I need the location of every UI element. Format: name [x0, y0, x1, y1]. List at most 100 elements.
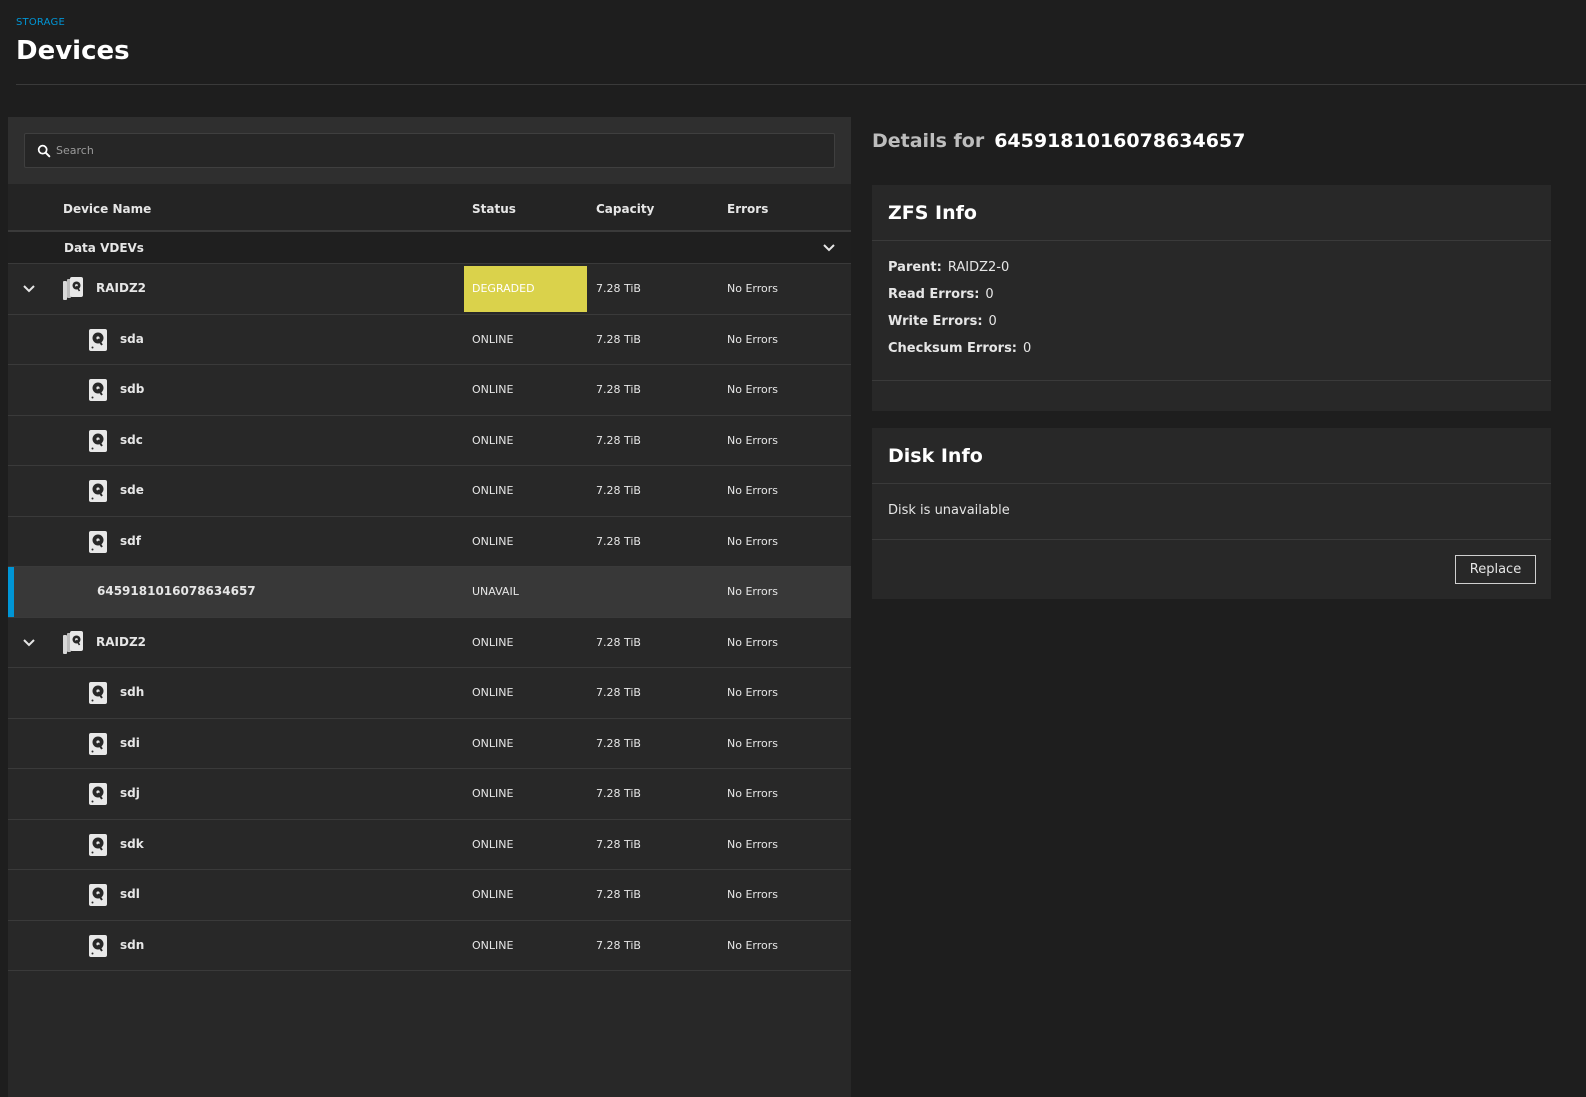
- details-device-id: 6459181016078634657: [994, 130, 1246, 152]
- device-row[interactable]: sdl ONLINE 7.28 TiB No Errors: [8, 870, 851, 921]
- status-badge: ONLINE: [472, 635, 514, 649]
- device-row[interactable]: sdn ONLINE 7.28 TiB No Errors: [8, 920, 851, 971]
- device-errors: No Errors: [727, 888, 778, 901]
- device-row[interactable]: sdf ONLINE 7.28 TiB No Errors: [8, 516, 851, 567]
- zfs-read-errors: Read Errors: 0: [888, 287, 994, 302]
- device-errors: No Errors: [727, 383, 778, 396]
- zfs-parent-value: RAIDZ2-0: [947, 260, 1010, 275]
- status-badge: DEGRADED: [464, 266, 587, 312]
- zfs-write-errors: Write Errors: 0: [888, 314, 997, 329]
- zfs-checksum-errors-label: Checksum Errors:: [888, 341, 1018, 356]
- device-errors: No Errors: [727, 938, 778, 952]
- device-name: sdf: [120, 533, 141, 548]
- column-status[interactable]: Status: [472, 202, 516, 216]
- disk-info-card: Disk Info Disk is unavailable Replace: [872, 428, 1551, 599]
- divider: [872, 483, 1551, 484]
- zfs-write-errors-label: Write Errors:: [888, 314, 983, 329]
- chevron-down-icon[interactable]: [21, 281, 37, 297]
- replace-button[interactable]: Replace: [1455, 555, 1536, 584]
- device-name: sdi: [120, 735, 140, 750]
- hard-disk-icon: [88, 934, 108, 957]
- table-header: Device Name Status Capacity Errors: [8, 184, 851, 232]
- device-capacity: 7.28 TiB: [596, 686, 641, 699]
- vdev-icon: [62, 277, 84, 301]
- hard-disk-icon: [88, 783, 108, 805]
- details-title: Details for 6459181016078634657: [872, 130, 1245, 152]
- device-row[interactable]: 6459181016078634657 UNAVAIL No Errors: [8, 567, 851, 618]
- details-prefix: Details for: [872, 130, 985, 152]
- status-badge: ONLINE: [472, 534, 514, 548]
- device-name: 6459181016078634657: [97, 584, 256, 598]
- group-row-data-vdevs[interactable]: Data VDEVs: [8, 232, 851, 264]
- zfs-info-title: ZFS Info: [888, 202, 977, 224]
- device-capacity: 7.28 TiB: [596, 837, 641, 851]
- device-capacity: 7.28 TiB: [596, 736, 641, 750]
- status-badge: ONLINE: [472, 837, 514, 851]
- device-name: sdn: [120, 937, 145, 952]
- device-capacity: 7.28 TiB: [596, 635, 641, 649]
- divider: [872, 539, 1551, 540]
- device-errors: No Errors: [727, 686, 778, 699]
- search-icon: [37, 144, 51, 158]
- group-label: Data VDEVs: [64, 241, 144, 255]
- device-capacity: 7.28 TiB: [596, 282, 641, 295]
- device-row[interactable]: sdc ONLINE 7.28 TiB No Errors: [8, 415, 851, 466]
- device-capacity: 7.28 TiB: [596, 534, 641, 548]
- disk-info-message: Disk is unavailable: [888, 503, 1010, 518]
- device-name: sdh: [120, 685, 145, 699]
- hard-disk-icon: [88, 682, 108, 704]
- device-name: sdb: [120, 382, 145, 396]
- device-row[interactable]: sde ONLINE 7.28 TiB No Errors: [8, 466, 851, 517]
- search-input[interactable]: [56, 134, 816, 167]
- device-name: sdc: [120, 432, 143, 447]
- device-errors: No Errors: [727, 433, 778, 447]
- device-row[interactable]: sda ONLINE 7.28 TiB No Errors: [8, 314, 851, 365]
- device-capacity: 7.28 TiB: [596, 938, 641, 952]
- status-badge: ONLINE: [472, 686, 514, 699]
- hard-disk-icon: [88, 429, 108, 452]
- search-bar: [8, 117, 851, 184]
- device-name: sdj: [120, 786, 140, 800]
- device-row[interactable]: sdi ONLINE 7.28 TiB No Errors: [8, 718, 851, 769]
- device-row[interactable]: sdb ONLINE 7.28 TiB No Errors: [8, 365, 851, 416]
- status-badge: ONLINE: [472, 938, 514, 952]
- device-capacity: 7.28 TiB: [596, 332, 641, 346]
- vdev-row[interactable]: RAIDZ2 DEGRADED 7.28 TiB No Errors: [8, 264, 851, 315]
- disk-info-title: Disk Info: [888, 445, 983, 467]
- header-divider: [16, 84, 1586, 85]
- search-field[interactable]: [24, 133, 835, 168]
- status-badge: ONLINE: [472, 484, 514, 497]
- column-errors[interactable]: Errors: [727, 202, 768, 216]
- zfs-info-card: ZFS Info Parent: RAIDZ2-0 Read Errors: 0 W…: [872, 185, 1551, 411]
- device-name: RAIDZ2: [96, 634, 147, 649]
- column-capacity[interactable]: Capacity: [596, 202, 654, 216]
- device-row[interactable]: sdj ONLINE 7.28 TiB No Errors: [8, 769, 851, 820]
- device-name: sde: [120, 483, 144, 497]
- hard-disk-icon: [88, 530, 108, 553]
- device-errors: No Errors: [727, 736, 778, 750]
- status-badge: ONLINE: [472, 332, 514, 346]
- breadcrumb: STORAGE: [16, 17, 66, 28]
- chevron-down-icon[interactable]: [821, 240, 837, 256]
- hard-disk-icon: [88, 833, 108, 856]
- status-badge: ONLINE: [472, 383, 514, 396]
- device-errors: No Errors: [727, 332, 778, 346]
- zfs-parent-label: Parent:: [888, 260, 942, 275]
- vdev-row[interactable]: RAIDZ2 ONLINE 7.28 TiB No Errors: [8, 617, 851, 668]
- device-errors: No Errors: [727, 787, 778, 800]
- vdev-icon: [62, 630, 84, 655]
- device-row[interactable]: sdk ONLINE 7.28 TiB No Errors: [8, 819, 851, 870]
- device-capacity: 7.28 TiB: [596, 383, 641, 396]
- device-row[interactable]: sdh ONLINE 7.28 TiB No Errors: [8, 668, 851, 719]
- column-device-name[interactable]: Device Name: [63, 202, 151, 216]
- divider: [872, 240, 1551, 241]
- zfs-read-errors-label: Read Errors:: [888, 287, 980, 302]
- chevron-down-icon[interactable]: [21, 635, 37, 651]
- status-badge: ONLINE: [472, 888, 514, 901]
- device-name: sdk: [120, 836, 144, 851]
- status-badge: ONLINE: [472, 433, 514, 447]
- device-errors: No Errors: [727, 534, 778, 548]
- device-errors: No Errors: [727, 484, 778, 497]
- zfs-parent: Parent: RAIDZ2-0: [888, 260, 1009, 275]
- status-badge: ONLINE: [472, 787, 514, 800]
